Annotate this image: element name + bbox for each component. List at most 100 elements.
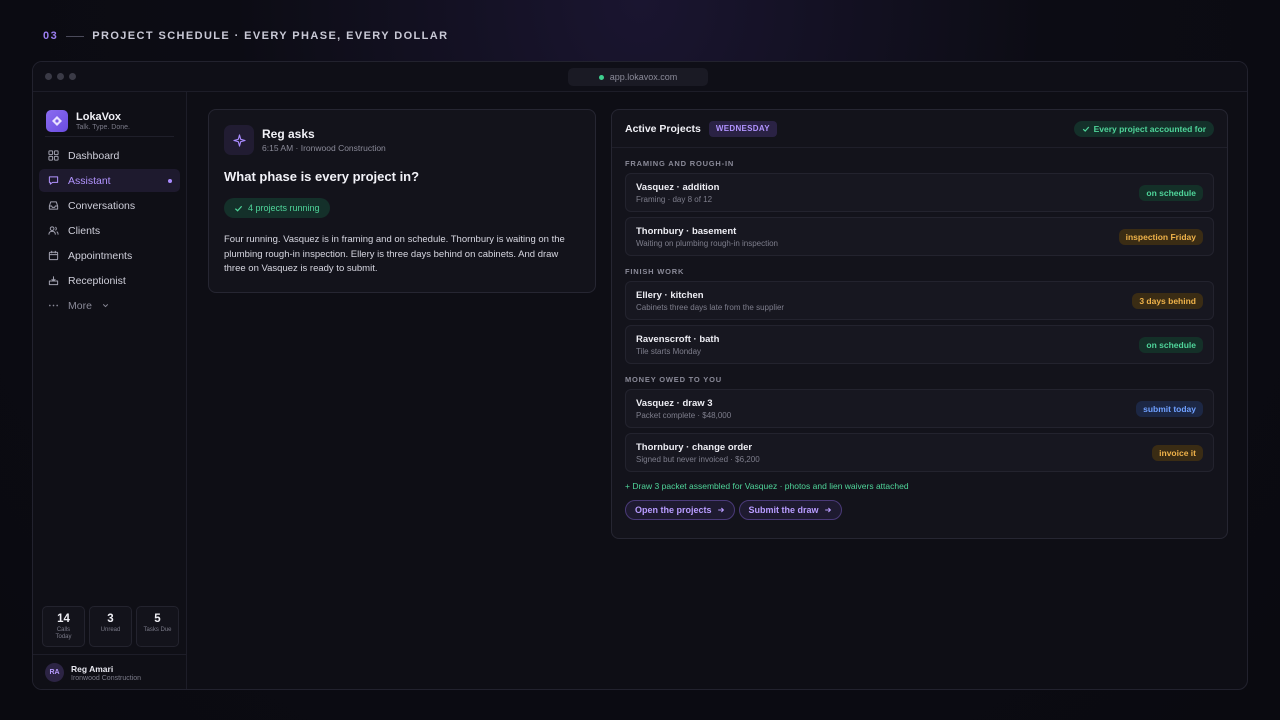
calendar-icon <box>48 250 59 261</box>
brand-logo-icon <box>46 109 68 132</box>
active-projects-panel: Active Projects WEDNESDAY Every project … <box>611 109 1228 539</box>
project-row-ravenscroft-bath[interactable]: Ravenscroft · bath Tile starts Monday on … <box>625 325 1214 364</box>
row-subtitle: Packet complete · $48,000 <box>636 410 732 420</box>
day-badge: WEDNESDAY <box>708 120 777 137</box>
projects-running-chip: 4 projects running <box>224 198 330 218</box>
open-projects-button[interactable]: Open the projects <box>625 500 735 520</box>
status-badge-label: Every project accounted for <box>1093 123 1206 134</box>
user-company: Ironwood Construction <box>71 674 142 682</box>
status-pill: invoice it <box>1152 444 1203 461</box>
close-window-dot[interactable] <box>45 73 52 80</box>
check-icon <box>1082 126 1089 132</box>
url-text: app.lokavox.com <box>609 72 678 82</box>
sidebar-item-label: Assistant <box>68 174 111 187</box>
sidebar-item-label: Clients <box>68 224 101 237</box>
sidebar-item-label: Appointments <box>68 249 133 262</box>
stat-label: Unread <box>100 627 121 633</box>
action-buttons: Open the projects Submit the draw <box>625 500 1227 520</box>
row-subtitle: Tile starts Monday <box>636 346 702 356</box>
inbox-icon <box>48 201 59 210</box>
project-row-thornbury-basement[interactable]: Thornbury · basement Waiting on plumbing … <box>625 217 1214 256</box>
stat-unread[interactable]: 3 Unread <box>89 606 132 647</box>
sidebar-item-label: Dashboard <box>68 149 120 162</box>
stats-row: 14 Calls Today 3 Unread 5 Tasks Due <box>42 606 179 647</box>
slide-title: PROJECT SCHEDULE · EVERY PHASE, EVERY DO… <box>92 30 449 42</box>
slide-header: 03 PROJECT SCHEDULE · EVERY PHASE, EVERY… <box>43 29 448 43</box>
section-label: FRAMING AND ROUGH-IN <box>625 159 735 168</box>
status-badge: Every project accounted for <box>1073 120 1214 137</box>
status-pill: 3 days behind <box>1132 292 1203 309</box>
slide-number: 03 <box>43 30 59 42</box>
draw-packet-note: + Draw 3 packet assembled for Vasquez · … <box>625 481 909 491</box>
button-label: Submit the draw <box>748 505 819 515</box>
sidebar-nav: Dashboard Assistant Conversations Client… <box>33 144 186 317</box>
projects-title: Active Projects <box>625 122 701 135</box>
sidebar-item-label: Receptionist <box>68 274 126 287</box>
stat-value: 14 <box>57 613 70 625</box>
brand: LokaVox Talk. Type. Done. <box>33 92 186 136</box>
stat-tasks-due[interactable]: 5 Tasks Due <box>136 606 179 647</box>
sidebar-item-dashboard[interactable]: Dashboard <box>39 144 180 167</box>
user-name: Reg Amari <box>71 663 114 674</box>
question-text: What phase is every project in? <box>224 169 420 184</box>
more-dots-icon <box>49 304 58 307</box>
sidebar-item-receptionist[interactable]: Receptionist <box>39 269 180 292</box>
chevron-down-icon <box>102 304 109 308</box>
question-meta: 6:15 AM · Ironwood Construction <box>262 143 386 153</box>
stat-value: 3 <box>107 613 114 625</box>
section-label: FINISH WORK <box>625 267 685 276</box>
row-subtitle: Framing · day 8 of 12 <box>636 194 713 204</box>
maximize-window-dot[interactable] <box>69 73 76 80</box>
question-title: Reg asks <box>262 127 315 141</box>
status-pill: on schedule <box>1139 184 1203 201</box>
row-title: Ravenscroft · bath <box>636 333 720 345</box>
row-title: Vasquez · addition <box>636 181 720 193</box>
secure-status-icon <box>598 74 604 80</box>
stat-calls-today[interactable]: 14 Calls Today <box>42 606 85 647</box>
window-controls <box>45 73 76 80</box>
user-profile[interactable]: RA Reg Amari Ironwood Construction <box>33 654 186 689</box>
chat-icon <box>48 176 59 185</box>
row-title: Vasquez · draw 3 <box>636 397 713 409</box>
sidebar-item-assistant[interactable]: Assistant <box>39 169 180 192</box>
row-subtitle: Cabinets three days late from the suppli… <box>636 302 785 312</box>
sidebar-item-appointments[interactable]: Appointments <box>39 244 180 267</box>
sidebar-more-button[interactable]: More <box>39 294 180 317</box>
projects-header: Active Projects WEDNESDAY Every project … <box>612 110 1227 148</box>
chip-label: 4 projects running <box>248 203 320 213</box>
sparkle-icon <box>224 125 254 155</box>
status-pill: submit today <box>1136 400 1203 417</box>
brand-divider <box>45 136 174 137</box>
avatar: RA <box>45 663 64 682</box>
brand-tagline: Talk. Type. Done. <box>76 123 130 131</box>
project-row-ellery-kitchen[interactable]: Ellery · kitchen Cabinets three days late… <box>625 281 1214 320</box>
button-label: Open the projects <box>635 505 712 515</box>
stat-label: Tasks Due <box>143 627 172 633</box>
sidebar-item-label: Conversations <box>68 199 136 212</box>
project-row-vasquez-addition[interactable]: Vasquez · addition Framing · day 8 of 12 … <box>625 173 1214 212</box>
stat-value: 5 <box>154 613 161 625</box>
minimize-window-dot[interactable] <box>57 73 64 80</box>
sidebar-more-label: More <box>68 299 92 312</box>
sidebar: LokaVox Talk. Type. Done. Dashboard Assi… <box>33 92 187 689</box>
question-header: Reg asks 6:15 AM · Ironwood Construction <box>209 110 595 155</box>
stat-label: Calls Today <box>55 627 72 640</box>
sidebar-item-conversations[interactable]: Conversations <box>39 194 180 217</box>
row-title: Thornbury · change order <box>636 441 753 453</box>
project-row-thornbury-change-order[interactable]: Thornbury · change order Signed but never… <box>625 433 1214 472</box>
arrow-right-icon <box>824 507 831 513</box>
project-row-vasquez-draw[interactable]: Vasquez · draw 3 Packet complete · $48,00… <box>625 389 1214 428</box>
phone-icon <box>48 276 59 286</box>
check-icon <box>234 205 243 212</box>
status-pill: inspection Friday <box>1118 228 1203 245</box>
brand-name: LokaVox <box>76 110 122 123</box>
submit-draw-button[interactable]: Submit the draw <box>738 500 842 520</box>
grid-icon <box>48 150 59 161</box>
slide-divider <box>66 35 85 37</box>
window-titlebar: app.lokavox.com <box>33 62 1247 92</box>
url-bar[interactable]: app.lokavox.com <box>568 68 708 86</box>
unread-dot-icon <box>168 179 172 183</box>
row-subtitle: Waiting on plumbing rough-in inspection <box>636 238 779 248</box>
answer-text: Four running. Vasquez is in framing and … <box>224 234 565 274</box>
sidebar-item-clients[interactable]: Clients <box>39 219 180 242</box>
